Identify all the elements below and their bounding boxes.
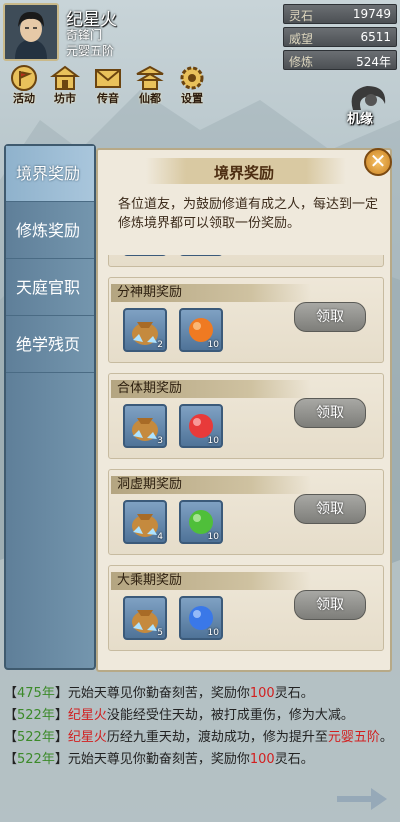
player-realm: 元婴五阶	[66, 44, 115, 58]
reward-item[interactable]: 3	[123, 404, 167, 448]
market-icon	[50, 65, 80, 90]
opportunity-label: 机缘	[347, 112, 374, 127]
item-count: 4	[157, 532, 163, 542]
tab-lost-technique-pages[interactable]: 绝学残页	[6, 317, 94, 373]
envelope-icon	[95, 69, 121, 88]
avatar[interactable]	[3, 3, 59, 61]
reward-tabs: 境界奖励 修炼奖励 天庭官职 绝学残页	[4, 144, 96, 670]
pavilion-icon	[136, 65, 164, 90]
toolbar-activity-button[interactable]: 活动	[4, 64, 44, 105]
log-highlight: 100	[249, 752, 275, 767]
player-sect: 奇锋门	[66, 28, 103, 42]
log-highlight: 纪星火	[67, 730, 107, 745]
log-text: 。	[379, 730, 393, 745]
log-entry: 【522年】纪星火没能经受住天劫，被打成重伤，修为大减。	[4, 708, 354, 723]
log-highlight: 100	[249, 686, 275, 701]
log-entry: 【522年】纪星火历经九重天劫，渡劫成功，修为提升至元婴五阶。	[4, 730, 393, 745]
log-text: 灵石。	[274, 686, 314, 701]
claim-button[interactable]: 领取	[294, 590, 366, 620]
stat-cultivation: 修炼 524年	[283, 50, 397, 70]
log-text: 没能经受住天劫，被打成重伤，修为大减。	[106, 708, 354, 723]
stat-label: 灵石	[289, 9, 314, 23]
log-text: 元始天尊见你勤奋刻苦，奖励你	[67, 686, 250, 701]
stat-value: 6511	[360, 30, 391, 44]
arrow-right-icon[interactable]	[333, 782, 389, 816]
claim-button[interactable]: 领取	[294, 494, 366, 524]
tab-heaven-court-rank[interactable]: 天庭官职	[6, 260, 94, 316]
reward-item[interactable]: 1	[123, 255, 167, 256]
reward-card: 洞虚期奖励 4 10 领取	[108, 469, 384, 555]
item-count: 10	[207, 532, 219, 542]
item-count: 5	[157, 628, 163, 638]
log-highlight: 纪星火	[67, 708, 107, 723]
reward-item[interactable]: 5	[123, 596, 167, 640]
item-count: 10	[207, 436, 219, 446]
reward-title: 分神期奖励	[111, 284, 311, 302]
gear-icon	[180, 66, 204, 90]
log-year: 522年	[17, 730, 55, 745]
reward-list[interactable]: 1 500 分神期奖励 2 10	[108, 255, 384, 668]
reward-panel: 境界奖励 各位道友，为鼓励修道有成之人，每达到一定修炼境界都可以领取一份奖励。 …	[96, 148, 392, 672]
reward-item[interactable]: 10	[179, 596, 223, 640]
tab-cultivation-reward[interactable]: 修炼奖励	[6, 203, 94, 259]
reward-card: 大乘期奖励 5 10 领取	[108, 565, 384, 651]
claim-button[interactable]: 领取	[294, 398, 366, 428]
reward-item[interactable]: 2	[123, 308, 167, 352]
event-log: 【475年】元始天尊见你勤奋刻苦，奖励你100灵石。【522年】纪星火没能经受住…	[4, 684, 396, 772]
log-text: 历经九重天劫，渡劫成功，修为提升至	[106, 730, 328, 745]
reward-item[interactable]: 500	[179, 255, 223, 256]
stat-label: 威望	[289, 32, 314, 46]
toolbar-message-button[interactable]: 传音	[88, 64, 128, 105]
log-entry: 【522年】元始天尊见你勤奋刻苦，奖励你100灵石。	[4, 752, 314, 767]
close-button[interactable]: ✕	[364, 148, 392, 176]
stat-prestige: 威望 6511	[283, 27, 397, 47]
stat-spirit-stones: 灵石 19749	[283, 4, 397, 24]
toolbar-label: 活动	[13, 92, 35, 105]
log-text: 灵石。	[274, 752, 314, 767]
reward-item[interactable]: 10	[179, 308, 223, 352]
reward-item[interactable]: 10	[179, 404, 223, 448]
item-count: 10	[207, 340, 219, 350]
claim-button[interactable]: 领取	[294, 302, 366, 332]
stat-label: 修炼	[289, 55, 314, 69]
toolbar-settings-button[interactable]: 设置	[172, 64, 212, 105]
item-count: 2	[157, 340, 163, 350]
log-highlight: 元婴五阶	[327, 730, 380, 745]
log-year: 522年	[17, 752, 55, 767]
tab-realm-reward[interactable]: 境界奖励	[6, 146, 94, 202]
toolbar-label: 仙都	[139, 92, 161, 105]
reward-title: 洞虚期奖励	[111, 476, 311, 494]
stat-value: 19749	[352, 7, 391, 21]
log-year: 522年	[17, 708, 55, 723]
toolbar-immortal-city-button[interactable]: 仙都	[130, 64, 170, 105]
toolbar-label: 坊市	[54, 92, 76, 105]
reward-card: 1 500	[108, 255, 384, 267]
toolbar-label: 设置	[181, 92, 203, 105]
flag-icon	[11, 65, 37, 91]
toolbar-market-button[interactable]: 坊市	[45, 64, 85, 105]
toolbar-label: 传音	[97, 92, 119, 105]
reward-item[interactable]: 4	[123, 500, 167, 544]
reward-item[interactable]: 10	[179, 500, 223, 544]
reward-card: 分神期奖励 2 10 领取	[108, 277, 384, 363]
reward-title: 合体期奖励	[111, 380, 311, 398]
log-text: 元始天尊见你勤奋刻苦，奖励你	[67, 752, 250, 767]
panel-title: 境界奖励	[213, 164, 274, 182]
item-count: 3	[157, 436, 163, 446]
log-entry: 【475年】元始天尊见你勤奋刻苦，奖励你100灵石。	[4, 686, 314, 701]
reward-card: 合体期奖励 3 10 领取	[108, 373, 384, 459]
panel-description: 各位道友，为鼓励修道有成之人，每达到一定修炼境界都可以领取一份奖励。	[118, 197, 379, 231]
stat-value: 524年	[356, 55, 391, 69]
log-year: 475年	[17, 686, 55, 701]
opportunity-button[interactable]: 机缘	[343, 80, 393, 127]
reward-title: 大乘期奖励	[111, 572, 311, 590]
item-count: 10	[207, 628, 219, 638]
